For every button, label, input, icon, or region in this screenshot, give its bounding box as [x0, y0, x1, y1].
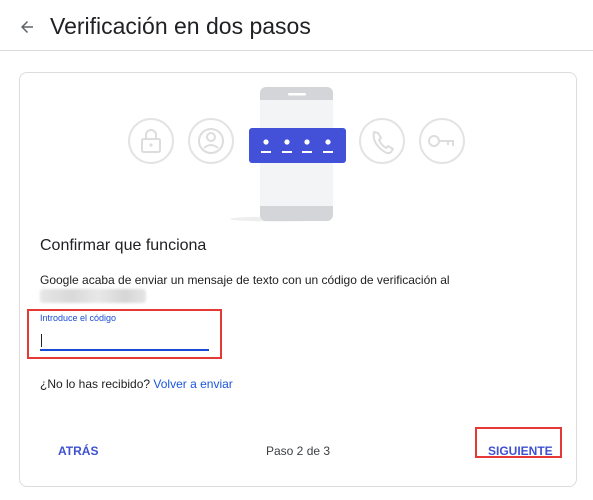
account-icon [188, 118, 234, 164]
phone-illustration [128, 87, 465, 222]
back-step-button[interactable]: ATRÁS [58, 444, 98, 458]
sms-description: Google acaba de enviar un mensaje de tex… [40, 273, 450, 287]
phone-icon [359, 118, 405, 164]
lock-icon [128, 118, 174, 164]
resend-prompt: ¿No lo has recibido? Volver a enviar [40, 377, 233, 391]
next-step-button[interactable]: SIGUIENTE [488, 444, 553, 458]
redacted-phone-number [40, 289, 146, 303]
resend-link[interactable]: Volver a enviar [153, 377, 232, 391]
key-icon [419, 118, 465, 164]
code-field-label: Introduce el código [40, 313, 117, 323]
resend-question: ¿No lo has recibido? [40, 377, 151, 391]
step-indicator: Paso 2 de 3 [266, 444, 331, 458]
code-card [249, 128, 346, 163]
text-cursor [41, 334, 42, 347]
section-heading: Confirmar que funciona [40, 237, 207, 254]
verification-code-input[interactable] [40, 331, 209, 351]
